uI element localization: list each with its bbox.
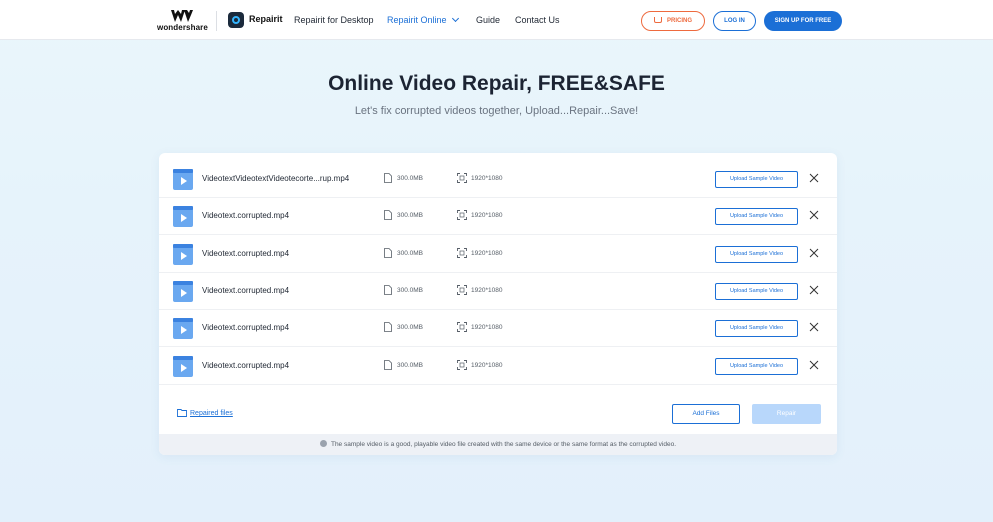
page-title: Online Video Repair, FREE&SAFE (328, 72, 665, 95)
file-size: 300.0MB (397, 175, 424, 182)
upload-sample-video-button[interactable]: Upload Sample Video (715, 320, 798, 338)
document-icon (384, 284, 392, 295)
nav-link-online-label: Repairit Online (387, 15, 447, 25)
document-icon (384, 322, 392, 333)
document-icon (384, 210, 392, 221)
file-row: Videotext.corrupted.mp4 300.0MB 1920*108… (159, 310, 837, 348)
close-icon[interactable] (809, 285, 819, 295)
upload-sample-video-button[interactable]: Upload Sample Video (715, 245, 798, 263)
file-resolution: 1920*1080 (471, 361, 503, 369)
expand-icon (457, 173, 467, 183)
brand-name: wondershare (157, 23, 208, 32)
sample-video-note: The sample video is a good, playable vid… (159, 434, 837, 455)
file-name: VideotextVideotextVideotecorte...rup.mp4 (202, 174, 350, 183)
expand-icon (457, 359, 467, 370)
close-icon[interactable] (809, 173, 819, 183)
wondershare-logo[interactable]: wondershare (157, 10, 208, 34)
page-subtitle: Let's fix corrupted videos together, Upl… (354, 105, 639, 117)
card-footer: Repaired files Add Files Repair (159, 396, 837, 433)
file-row: Videotext.corrupted.mp4 300.0MB 1920*108… (159, 198, 837, 236)
chevron-down-icon (451, 14, 459, 23)
pricing-label: PRICING (666, 18, 692, 24)
file-resolution: 1920*1080 (471, 324, 503, 332)
file-resolution: 1920*1080 (471, 249, 503, 257)
upload-sample-video-button[interactable]: Upload Sample Video (715, 208, 798, 226)
file-resolution: 1920*1080 (471, 212, 503, 220)
file-name: Videotext.corrupted.mp4 (202, 248, 290, 258)
nav-link-guide[interactable]: Guide (476, 15, 500, 25)
expand-icon (457, 284, 467, 295)
file-row: Videotext.corrupted.mp4 300.0MB 1920*108… (159, 236, 837, 273)
close-icon[interactable] (809, 210, 819, 220)
close-icon[interactable] (809, 360, 819, 370)
file-list-card: VideotextVideotextVideotecorte...rup.mp4… (159, 153, 837, 455)
signup-button[interactable]: SIGN UP FOR FREE (764, 11, 842, 31)
file-row: Videotext.corrupted.mp4 300.0MB 1920*108… (159, 348, 837, 385)
upload-sample-video-button[interactable]: Upload Sample Video (715, 282, 798, 300)
upload-sample-video-button[interactable]: Upload Sample Video (715, 171, 798, 188)
expand-icon (457, 322, 467, 333)
file-size: 300.0MB (397, 286, 424, 294)
video-file-icon (173, 206, 193, 228)
cart-icon (653, 17, 662, 23)
nav-link-desktop[interactable]: Repairit for Desktop (294, 15, 374, 25)
repair-button[interactable]: Repair (752, 404, 821, 424)
file-row: Videotext.corrupted.mp4 300.0MB 1920*108… (159, 273, 837, 310)
folder-icon (177, 409, 187, 417)
add-files-button[interactable]: Add Files (672, 404, 740, 424)
file-name: Videotext.corrupted.mp4 (202, 360, 290, 370)
file-resolution: 1920*1080 (471, 286, 503, 294)
file-size: 300.0MB (397, 361, 424, 369)
file-row: VideotextVideotextVideotecorte...rup.mp4… (159, 161, 837, 198)
video-file-icon (173, 243, 193, 265)
top-nav: wondershare Repairit Repairit for Deskto… (0, 0, 993, 40)
expand-icon (457, 247, 467, 258)
file-name: Videotext.corrupted.mp4 (202, 285, 290, 295)
expand-icon (457, 210, 467, 221)
file-size: 300.0MB (397, 249, 424, 257)
note-text: The sample video is a good, playable vid… (330, 441, 677, 448)
file-resolution: 1920*1080 (471, 175, 503, 182)
pricing-button[interactable]: PRICING (641, 11, 705, 31)
upload-sample-video-button[interactable]: Upload Sample Video (715, 357, 798, 375)
login-button[interactable]: LOG IN (713, 11, 756, 31)
document-icon (384, 359, 392, 370)
repairit-icon[interactable] (228, 12, 244, 28)
file-name: Videotext.corrupted.mp4 (202, 211, 290, 221)
nav-link-contact[interactable]: Contact Us (515, 15, 560, 25)
document-icon (384, 173, 392, 183)
file-name: Videotext.corrupted.mp4 (202, 323, 290, 333)
repaired-files-link[interactable]: Repaired files (190, 410, 233, 417)
file-size: 300.0MB (397, 324, 424, 332)
close-icon[interactable] (809, 322, 819, 332)
video-file-icon (173, 169, 193, 190)
close-icon[interactable] (809, 248, 819, 258)
video-file-icon (173, 318, 193, 340)
repairit-name[interactable]: Repairit (249, 14, 283, 24)
wondershare-icon (171, 10, 193, 22)
video-file-icon (173, 280, 193, 302)
nav-link-online[interactable]: Repairit Online (387, 14, 459, 25)
file-size: 300.0MB (397, 212, 424, 220)
nav-divider (216, 11, 217, 31)
video-file-icon (173, 355, 193, 377)
info-icon (319, 440, 327, 447)
document-icon (384, 247, 392, 258)
